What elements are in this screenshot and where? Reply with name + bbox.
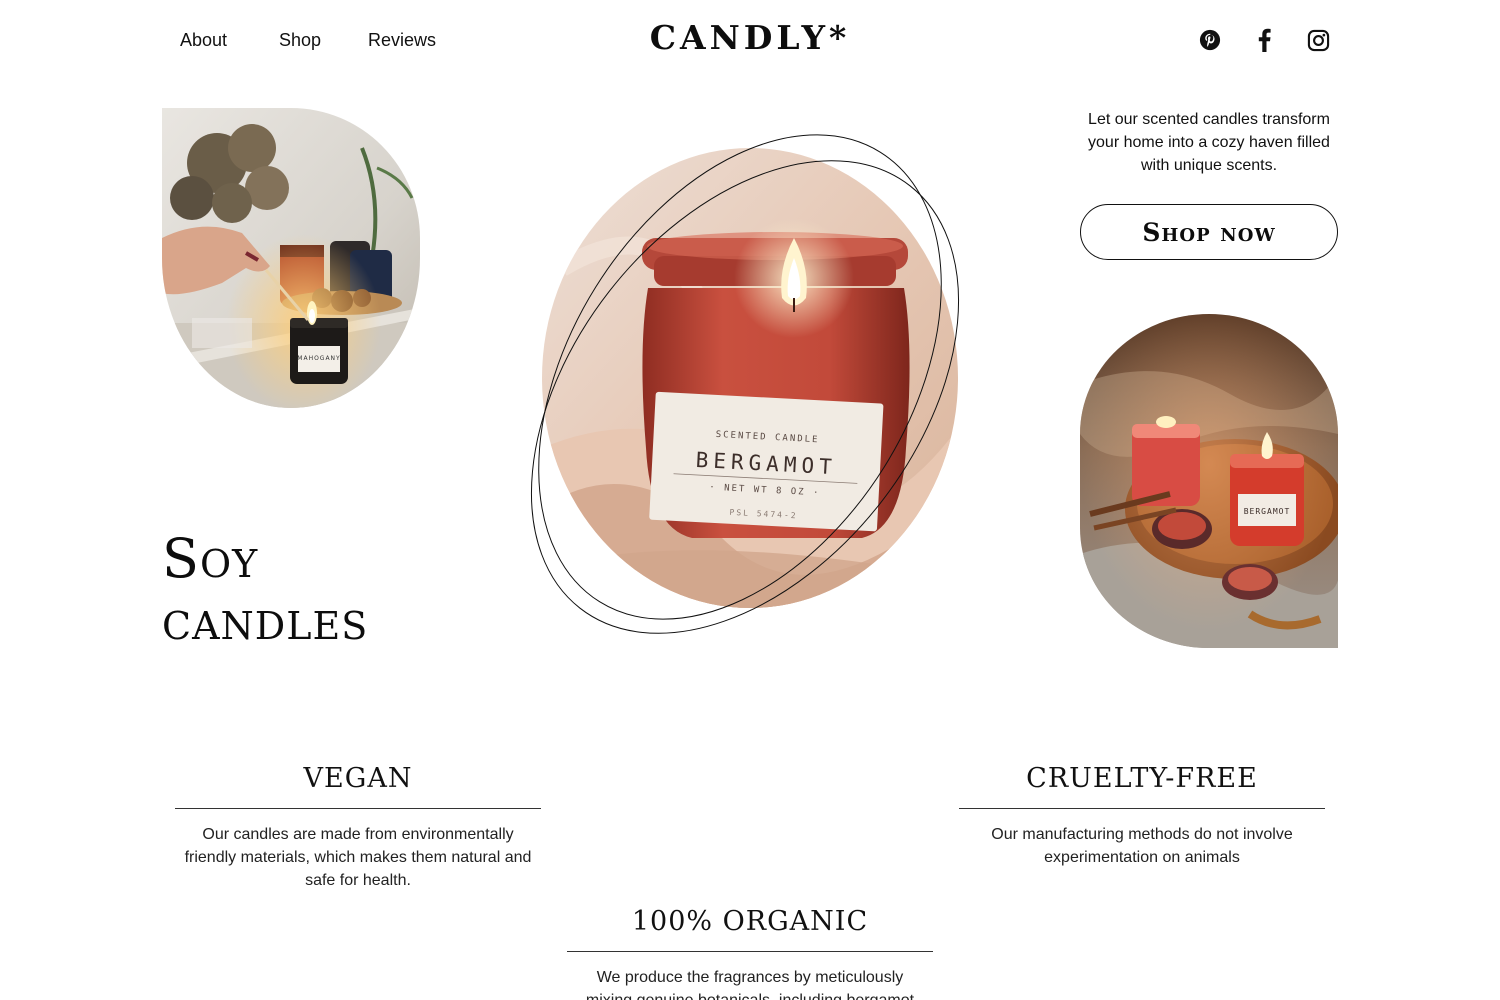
instagram-icon[interactable] xyxy=(1305,27,1331,53)
pinterest-icon[interactable] xyxy=(1197,27,1223,53)
right-jar-label: BERGAMOT xyxy=(1244,507,1291,516)
candles-on-tray-photo: BERGAMOT xyxy=(1080,314,1338,648)
candle-lighting-photo: MAHOGANY xyxy=(162,108,420,408)
landing-page: About Shop Reviews CANDLY* MAHOGANY SCEN… xyxy=(0,0,1500,1000)
brand-logo[interactable]: CANDLY* xyxy=(650,18,851,57)
feature-divider xyxy=(959,808,1325,809)
feature-organic: 100% ORGANIC We produce the fragrances b… xyxy=(567,898,933,1000)
feature-vegan: VEGAN Our candles are made from environm… xyxy=(175,755,541,892)
hero-headline: Soy candles xyxy=(162,528,368,652)
feature-divider xyxy=(175,808,541,809)
feature-title: 100% ORGANIC xyxy=(631,906,869,937)
nav-link-shop[interactable]: Shop xyxy=(279,30,321,51)
facebook-icon[interactable] xyxy=(1251,27,1277,53)
feature-title: CRUELTY-FREE xyxy=(1026,763,1258,794)
nav-link-reviews[interactable]: Reviews xyxy=(368,30,436,51)
feature-cruelty-free: CRUELTY-FREE Our manufacturing methods d… xyxy=(959,755,1325,869)
shop-now-button[interactable]: Shop now xyxy=(1080,204,1338,260)
feature-text: Our candles are made from environmentall… xyxy=(184,826,532,889)
hero-headline-line1: Soy xyxy=(162,527,259,590)
feature-divider xyxy=(567,951,933,952)
feature-text: We produce the fragrances by meticulousl… xyxy=(586,969,914,1000)
bergamot-candle-photo: SCENTED CANDLE BERGAMOT · NET WT 8 OZ · … xyxy=(542,148,958,608)
feature-text: Our manufacturing methods do not involve… xyxy=(991,826,1293,866)
hero-headline-line2: candles xyxy=(162,589,369,652)
nav-link-about[interactable]: About xyxy=(180,30,227,51)
hero-tagline: Let our scented candles transform your h… xyxy=(1088,111,1330,174)
feature-title: VEGAN xyxy=(303,763,413,794)
left-jar-label: MAHOGANY xyxy=(297,355,340,362)
